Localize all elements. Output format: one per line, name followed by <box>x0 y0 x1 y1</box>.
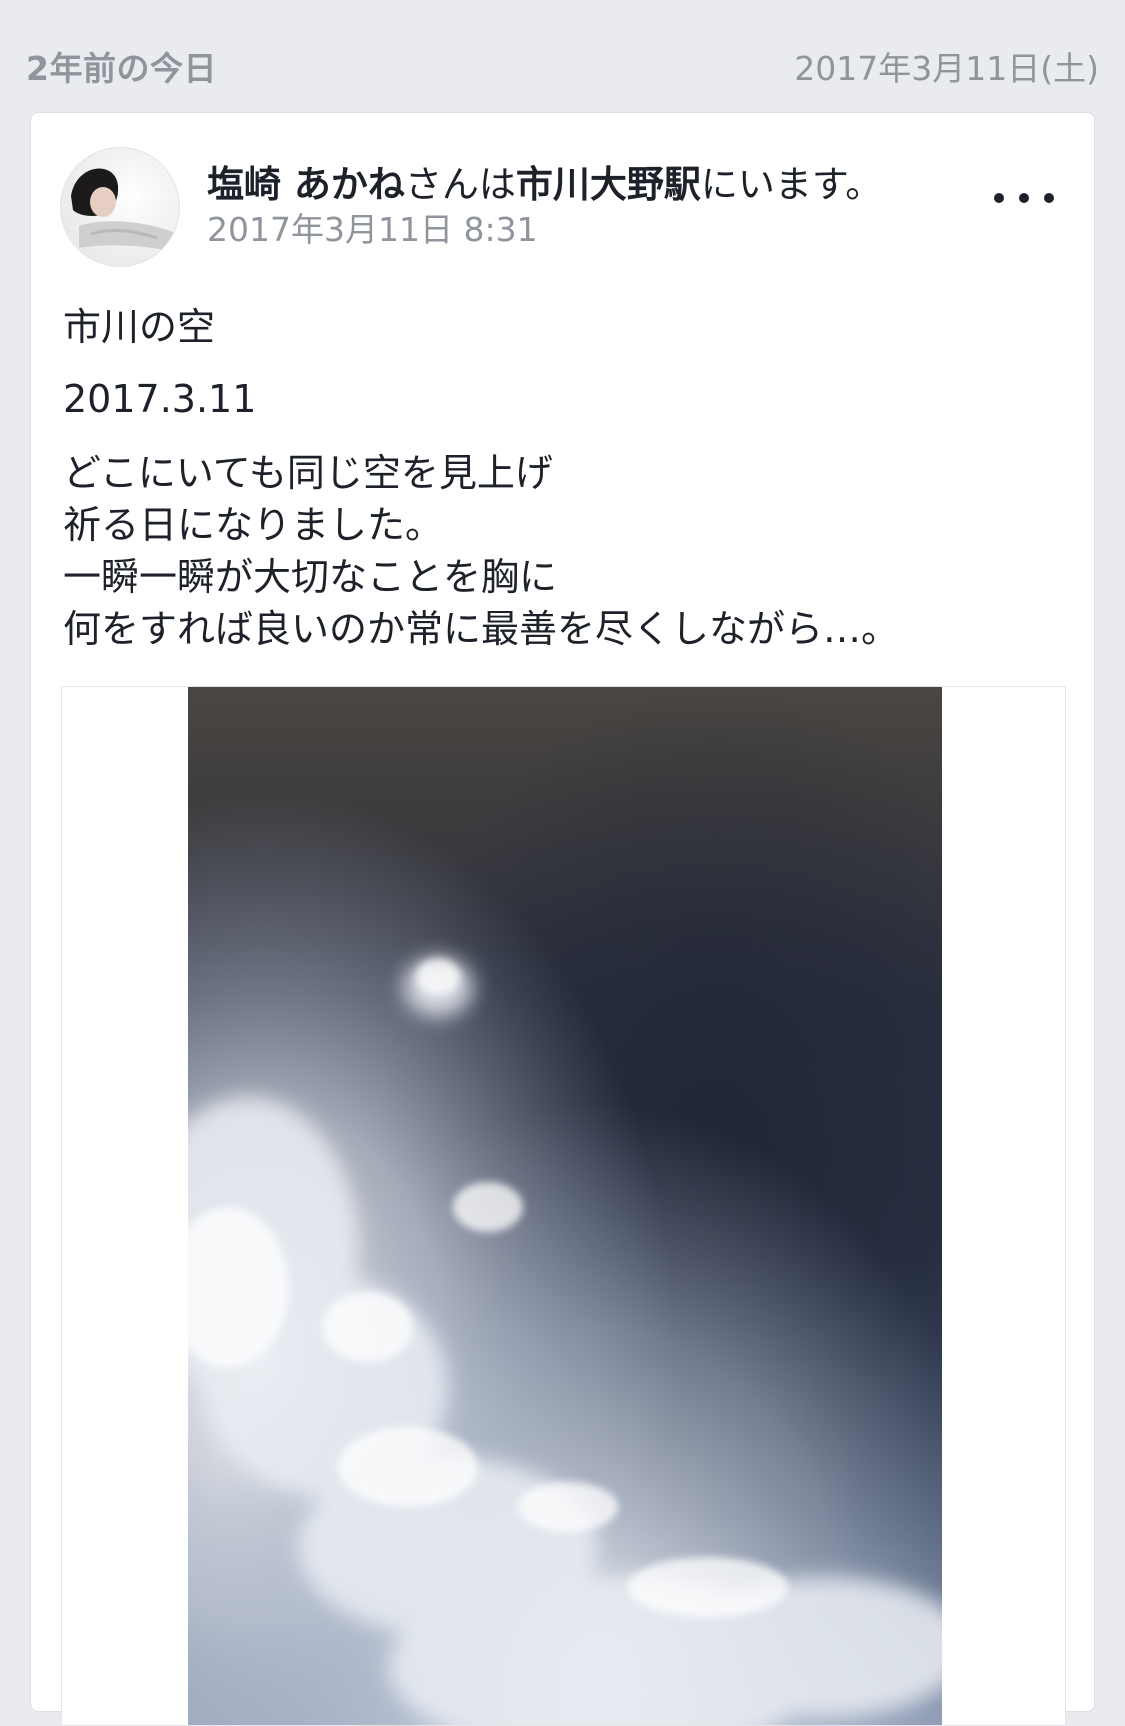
post-line: 一瞬一瞬が大切なことを胸に <box>63 555 558 599</box>
post-body: 市川の空 2017.3.11 どこにいても同じ空を見上げ 祈る日になりました。 … <box>63 303 1063 655</box>
photo-frame <box>61 686 1066 1726</box>
post-line: 何をすれば良いのか常に最善を尽くしながら…。 <box>63 607 900 651</box>
post-title: 市川の空 <box>63 305 216 349</box>
sky-photo[interactable] <box>188 687 942 1725</box>
post-timestamp[interactable]: 2017年3月11日 8:31 <box>207 209 987 251</box>
avatar[interactable] <box>60 147 180 267</box>
headline: 塩崎 あかねさんは市川大野駅にいます。 <box>207 163 987 207</box>
post-card: 塩崎 あかねさんは市川大野駅にいます。 2017年3月11日 8:31 市川の空… <box>30 112 1095 1726</box>
more-dot <box>994 193 1004 203</box>
author-name[interactable]: 塩崎 あかね <box>207 163 405 206</box>
location-link[interactable]: 市川大野駅 <box>516 163 701 206</box>
more-dot <box>1044 193 1054 203</box>
more-dot <box>1019 193 1029 203</box>
profile-photo <box>61 148 179 266</box>
memory-header: 2年前の今日 2017年3月11日(土) <box>0 0 1125 112</box>
post-date-line: 2017.3.11 <box>63 377 257 421</box>
headline-connector: さんは <box>404 163 516 206</box>
post-line: どこにいても同じ空を見上げ <box>63 451 553 495</box>
more-options-icon[interactable] <box>994 183 1054 213</box>
post-line: 祈る日になりました。 <box>63 503 444 547</box>
sky-photo-image <box>188 687 942 1725</box>
headline-suffix: にいます。 <box>700 163 883 206</box>
memory-date: 2017年3月11日(土) <box>794 49 1099 88</box>
memory-label: 2年前の今日 <box>26 49 217 88</box>
post-header: 塩崎 あかねさんは市川大野駅にいます。 2017年3月11日 8:31 <box>207 163 987 251</box>
